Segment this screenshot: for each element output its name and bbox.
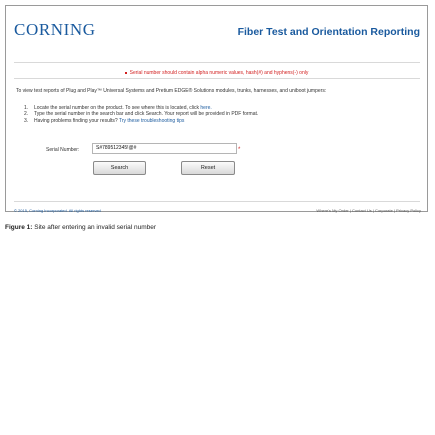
error-bullet-icon [124,71,127,74]
step-number: 3. [24,117,29,124]
troubleshooting-link[interactable]: Try these troubleshooting tips [119,118,184,124]
step-text: Locate the serial number on the product.… [34,105,201,111]
step-text: Type the serial number in the search bar… [34,111,259,118]
corning-logo[interactable]: CORNING [14,20,96,40]
browser-page-frame: CORNING Fiber Test and Orientation Repor… [5,5,428,213]
here-link[interactable]: here. [200,105,211,111]
copyright-link[interactable]: © 2015, Corning Incorporated. All rights… [14,208,101,213]
reset-button[interactable]: Reset [181,161,235,175]
header-divider [14,62,420,63]
required-marker: * [238,147,241,153]
figure-caption-label: Figure 1: [5,224,33,231]
footer-divider [14,201,420,202]
site-title: Fiber Test and Orientation Reporting [237,26,420,38]
error-message: Serial number should contain alpha numer… [6,70,427,76]
step-item: 3. Having problems finding your results? … [24,118,258,124]
serial-number-input[interactable]: S#789512345!@# [92,143,237,154]
instruction-steps: 1. Locate the serial number on the produc… [24,105,258,124]
figure-caption: Figure 1: Site after entering an invalid… [5,224,156,231]
step-text: Having problems finding your results? [34,117,119,124]
serial-number-label: Serial Number: [46,147,80,153]
intro-text: To view test reports of Plug and Play™ U… [16,88,327,94]
error-text: Serial number should contain alpha numer… [129,70,309,76]
figure-caption-text: Site after entering an invalid serial nu… [32,224,157,231]
footer-links[interactable]: Where's My Order | Contact Us | Corporat… [316,208,421,213]
error-divider [14,78,420,79]
search-button[interactable]: Search [93,161,146,175]
